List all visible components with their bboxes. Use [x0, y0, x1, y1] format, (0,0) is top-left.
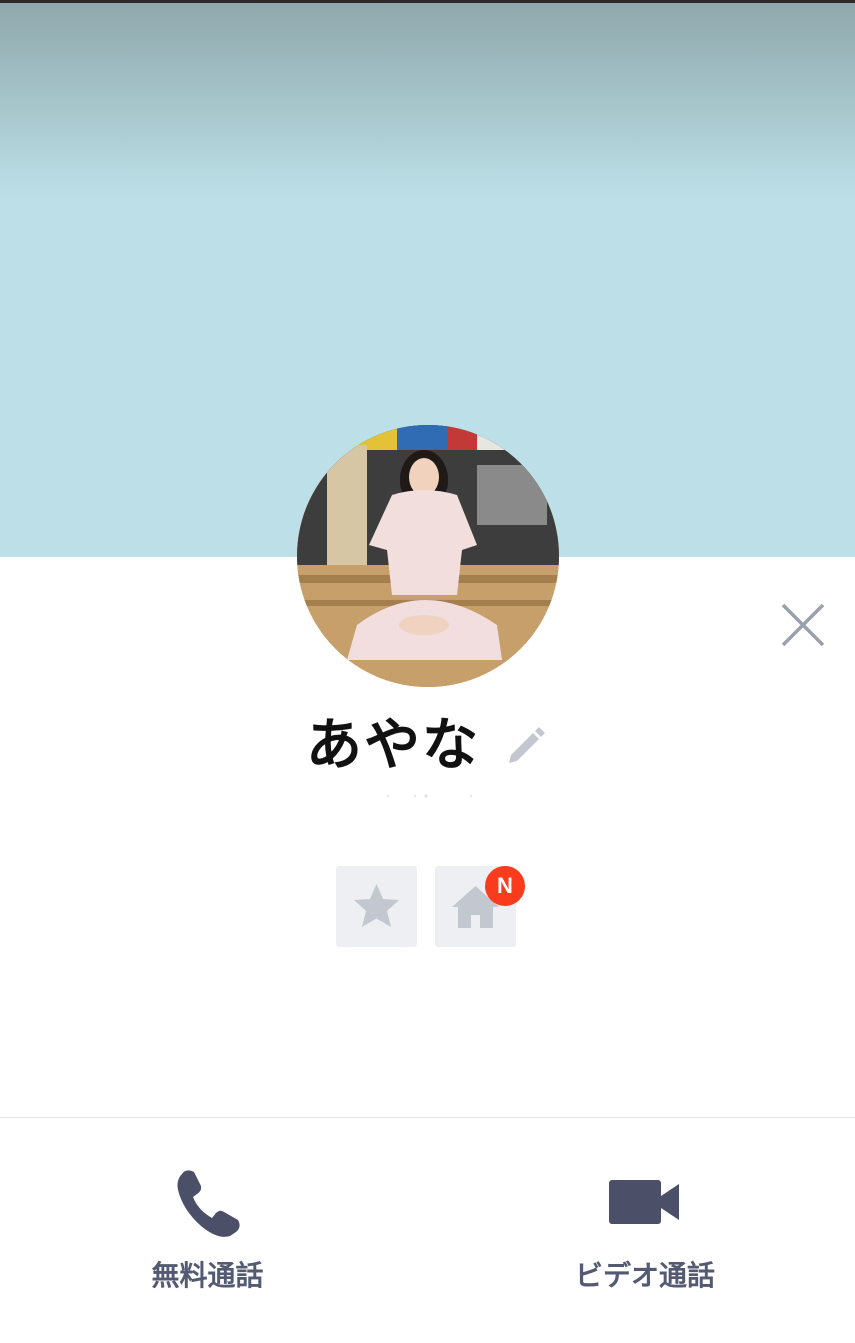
- profile-avatar[interactable]: [297, 425, 559, 687]
- edit-name-button[interactable]: [503, 723, 549, 769]
- star-icon: [354, 884, 399, 927]
- status-bar-edge: [0, 0, 855, 3]
- free-call-label: 無料通話: [151, 1259, 264, 1292]
- status-message-placeholder: [386, 794, 473, 798]
- profile-name: あやな: [305, 713, 480, 778]
- video-call-label: ビデオ通話: [574, 1259, 715, 1292]
- favorite-button[interactable]: [336, 866, 417, 947]
- divider: [0, 1117, 855, 1118]
- pencil-icon: [509, 727, 546, 763]
- phone-icon: [177, 1170, 240, 1237]
- avatar-photo: [297, 425, 559, 687]
- video-camera-icon: [609, 1180, 679, 1224]
- profile-name-row: あやな: [0, 706, 855, 786]
- video-call-button[interactable]: ビデオ通話: [560, 1160, 730, 1310]
- close-icon: [781, 603, 825, 647]
- close-button[interactable]: [776, 598, 830, 652]
- new-badge: N: [485, 866, 525, 906]
- free-call-button[interactable]: 無料通話: [125, 1160, 290, 1310]
